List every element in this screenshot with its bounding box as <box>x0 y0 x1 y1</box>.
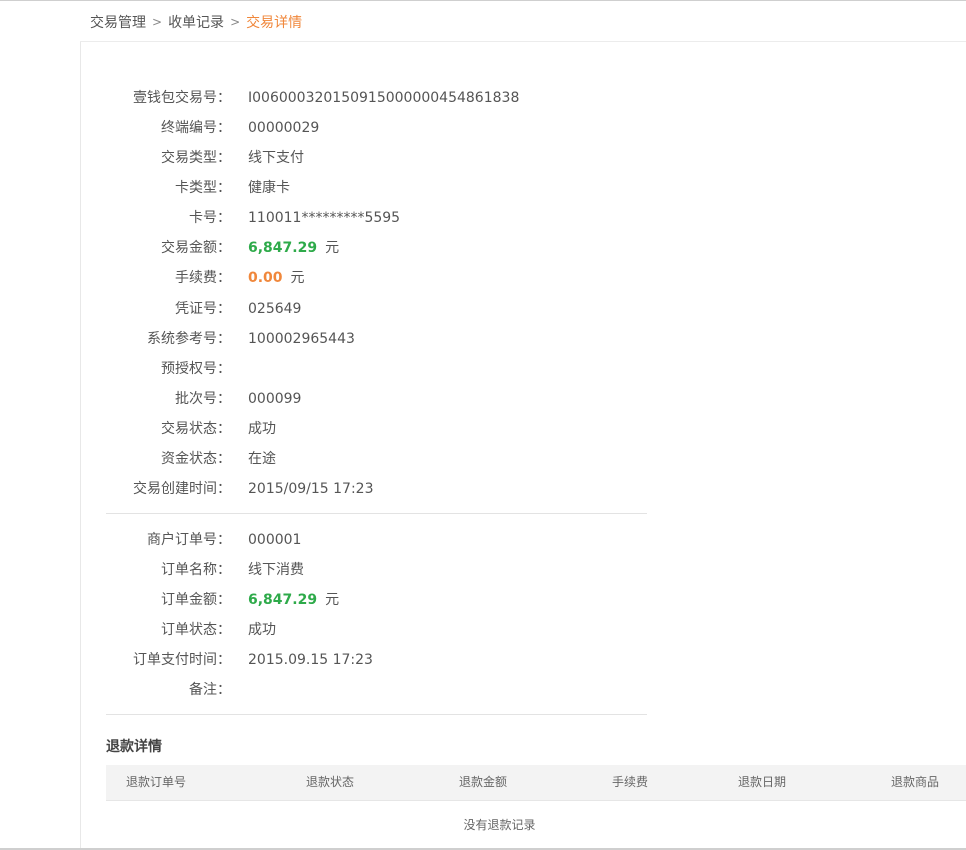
field-value: 6,847.29 元 <box>248 237 339 259</box>
breadcrumb-separator: > <box>152 15 163 29</box>
trade-amount-value: 6,847.29 <box>248 240 318 256</box>
field-value: 000099 <box>248 391 302 407</box>
empty-state-text: 没有退款记录 <box>463 818 536 832</box>
field-label: 壹钱包交易号： <box>133 90 231 106</box>
field-value: 000001 <box>248 532 302 548</box>
field-label: 交易创建时间： <box>133 481 231 497</box>
refund-table-header: 退款订单号 退款状态 退款金额 手续费 退款日期 退款商品 <box>106 765 966 800</box>
top-border <box>0 0 966 1</box>
field-label: 卡类型： <box>175 180 231 196</box>
column-header-refund-date: 退款日期 <box>737 775 786 789</box>
panel-top-border <box>80 41 966 42</box>
field-label: 交易类型： <box>161 150 231 166</box>
column-header-fee: 手续费 <box>611 775 648 789</box>
field-label: 预授权号： <box>161 361 231 377</box>
table-divider <box>106 800 966 801</box>
field-value: 线下支付 <box>248 150 304 166</box>
field-label: 系统参考号： <box>147 331 231 347</box>
column-header-refund-amount: 退款金额 <box>458 775 507 789</box>
field-label: 商户订单号： <box>147 532 231 548</box>
column-header-refund-order-no: 退款订单号 <box>125 775 186 789</box>
field-value: 线下消费 <box>248 562 304 578</box>
field-value: 100002965443 <box>248 331 355 347</box>
field-label: 备注： <box>189 682 231 698</box>
field-label: 批次号： <box>175 391 231 407</box>
field-value: I006000320150915000000454861838 <box>248 90 520 106</box>
breadcrumb-acquiring-records[interactable]: 收单记录 <box>168 15 224 31</box>
field-label: 订单金额： <box>161 592 231 608</box>
currency-unit: 元 <box>325 240 340 256</box>
field-label: 资金状态： <box>161 451 231 467</box>
field-value: 成功 <box>248 421 276 437</box>
field-label: 订单状态： <box>161 622 231 638</box>
column-header-refund-goods: 退款商品 <box>890 775 939 789</box>
field-value: 成功 <box>248 622 276 638</box>
currency-unit: 元 <box>290 270 305 286</box>
breadcrumb-separator: > <box>230 15 241 29</box>
section-divider <box>106 714 647 715</box>
field-value: 在途 <box>248 451 276 467</box>
field-label: 交易状态： <box>161 421 231 437</box>
field-value: 110011*********5595 <box>248 210 401 226</box>
column-header-refund-status: 退款状态 <box>305 775 354 789</box>
field-value: 0.00 元 <box>248 267 305 289</box>
field-label: 交易金额： <box>161 240 231 256</box>
currency-unit: 元 <box>325 592 340 608</box>
field-value: 健康卡 <box>248 180 290 196</box>
field-label: 卡号： <box>189 210 231 226</box>
breadcrumb-current: 交易详情 <box>246 15 303 31</box>
breadcrumb-trade-management[interactable]: 交易管理 <box>90 15 146 31</box>
field-value: 2015/09/15 17:23 <box>248 481 374 497</box>
field-label: 订单支付时间： <box>133 652 231 668</box>
field-label: 订单名称： <box>161 562 231 578</box>
field-label: 终端编号： <box>161 120 231 136</box>
fee-value: 0.00 <box>248 270 283 286</box>
field-label: 凭证号： <box>175 301 231 317</box>
field-value: 025649 <box>248 301 302 317</box>
order-amount-value: 6,847.29 <box>248 592 318 608</box>
field-value: 6,847.29 元 <box>248 589 339 611</box>
section-divider <box>106 513 647 514</box>
panel-left-border <box>80 42 81 848</box>
refund-section-title: 退款详情 <box>106 739 162 755</box>
field-value: 2015.09.15 17:23 <box>248 652 373 668</box>
field-value: 00000029 <box>248 120 320 136</box>
field-label: 手续费： <box>175 270 231 286</box>
breadcrumb: 交易管理 > 收单记录 > 交易详情 <box>90 12 302 32</box>
